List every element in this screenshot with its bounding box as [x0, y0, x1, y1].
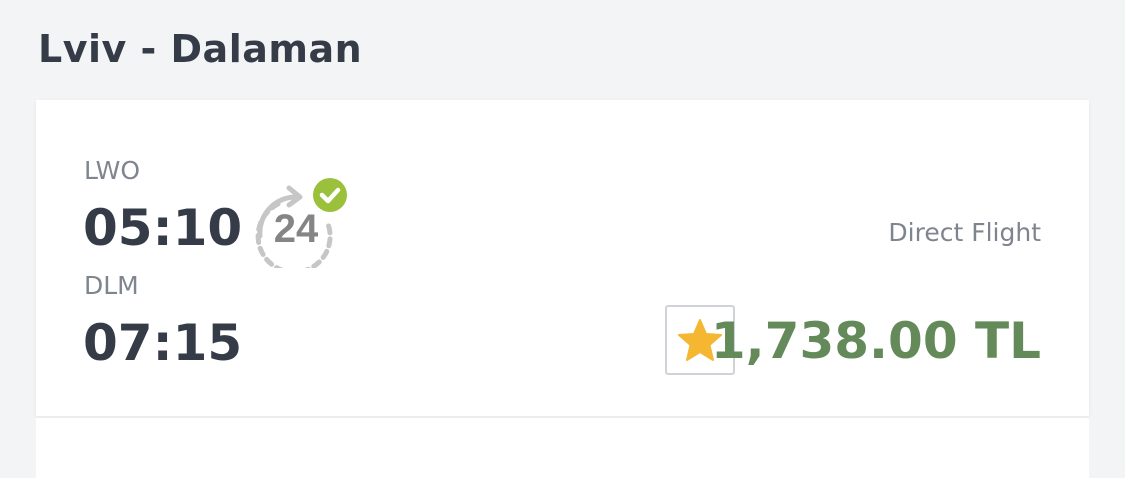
next-flight-card[interactable]	[36, 417, 1089, 478]
clock-24-hours-icon: 24	[252, 178, 348, 275]
flight-card[interactable]: LWO 05:10 DLM 07:15 24 Direct Flight 1,7…	[36, 100, 1089, 416]
arrival-airport-code: DLM	[84, 271, 139, 300]
flight-type-label: Direct Flight	[888, 218, 1041, 247]
clock-24-number: 24	[274, 207, 319, 251]
arrival-time: 07:15	[83, 314, 243, 372]
departure-time: 05:10	[83, 199, 243, 257]
price[interactable]: 1,738.00 TL	[711, 313, 1041, 369]
check-icon	[313, 178, 347, 212]
departure-airport-code: LWO	[84, 156, 141, 185]
route-title: Lviv - Dalaman	[38, 27, 363, 71]
